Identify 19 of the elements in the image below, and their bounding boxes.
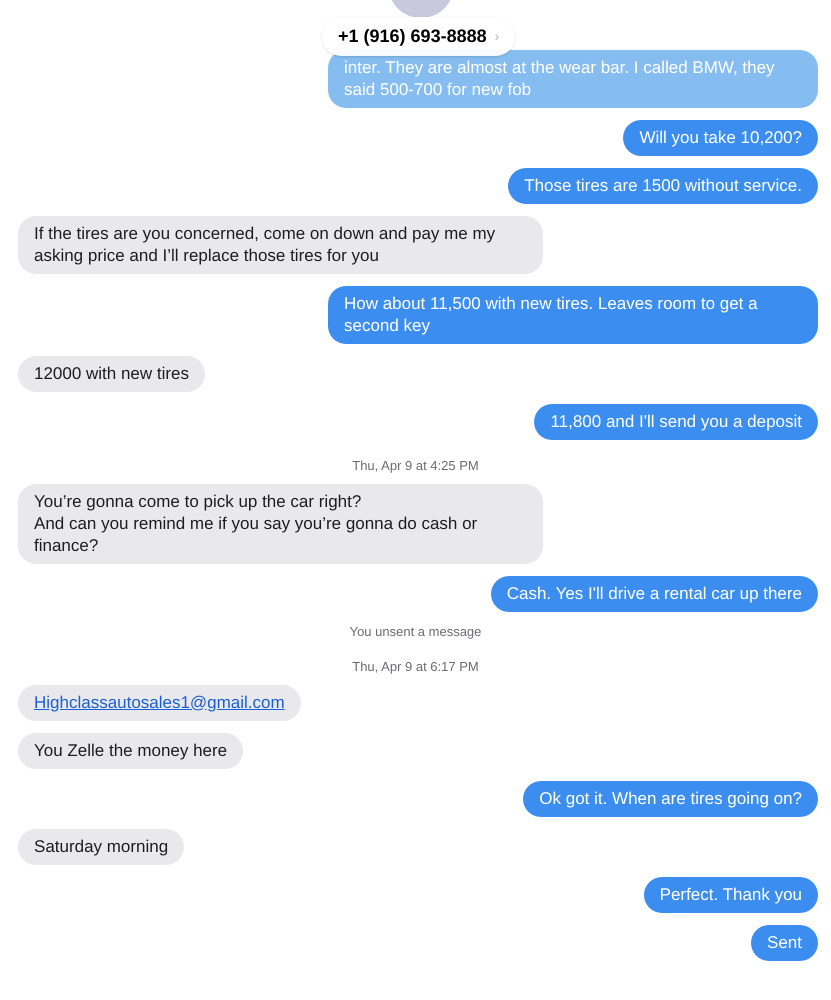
unsent-notice: You unsent a message: [350, 622, 482, 641]
sent-message-bubble: Ok got it. When are tires going on?: [523, 780, 818, 816]
sent-message-bubble: Cash. Yes I'll drive a rental car up there: [490, 576, 818, 612]
email-link[interactable]: Highclassautosales1@gmail.com: [18, 684, 301, 720]
sent-message-bubble: Those tires are 1500 without service.: [508, 168, 818, 204]
sent-message-bubble: How about 11,500 with new tires. Leaves room to get a second key: [328, 286, 818, 344]
contact-name-button[interactable]: +1 (916) 693-8888 ›: [322, 17, 516, 56]
timestamp: Thu, Apr 9 at 4:25 PM: [352, 457, 479, 475]
sent-message-bubble: Will you take 10,200?: [623, 120, 818, 156]
received-message-bubble: You’re gonna come to pick up the car right? And can you remind me if you say you’re gonna do cash or finance?: [18, 484, 543, 564]
received-message-bubble: You Zelle the money here: [18, 732, 244, 768]
received-message-bubble: Saturday morning: [18, 828, 184, 864]
received-message-bubble: 12000 with new tires: [18, 356, 205, 392]
sent-message-bubble: 11,800 and I'll send you a deposit: [534, 404, 818, 440]
timestamp: Thu, Apr 9 at 6:17 PM: [352, 658, 479, 676]
sent-message-bubble: Perfect. Thank you: [644, 876, 818, 912]
received-message-bubble: If the tires are you concerned, come on down and pay me my asking price and I’ll replace those tires for you: [18, 216, 543, 274]
sent-message-bubble: Sent: [751, 924, 818, 960]
sent-message-bubble: inter. They are almost at the wear bar. I called BMW, they said 500-700 for new fob: [328, 50, 818, 108]
